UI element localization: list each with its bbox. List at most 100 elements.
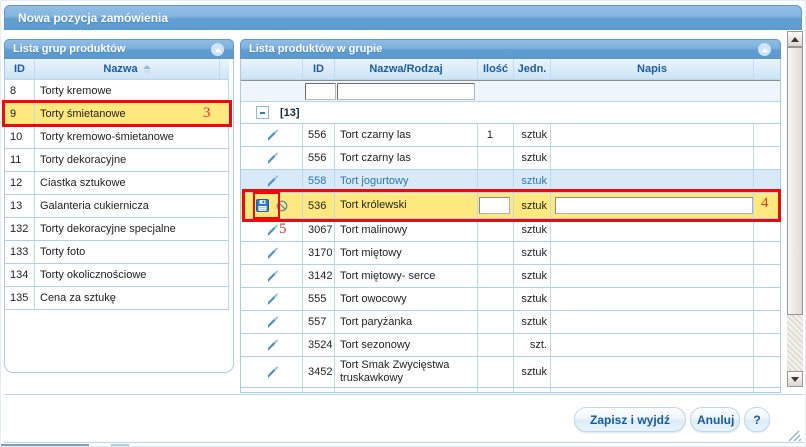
collapse-panel-icon[interactable] [211,43,224,56]
filter-id-input[interactable] [305,83,336,100]
row-actions [241,147,303,169]
product-name: Tort sezonowy [335,334,478,356]
edit-icon[interactable] [265,315,279,329]
help-button[interactable]: ? [744,407,770,432]
product-name: Tort jogurtowy [335,170,478,192]
group-count-label: [13] [280,107,300,119]
product-row[interactable]: 536Tort królewskisztuk [241,193,780,219]
product-caption [551,288,754,310]
row-actions [241,334,303,356]
column-header-id[interactable]: ID [303,59,335,79]
caption-input[interactable] [555,197,753,214]
product-row[interactable]: 556Tort czarny lassztuk [241,147,780,170]
product-qty [478,170,514,192]
product-row[interactable]: 3067Tort malinowysztuk [241,219,780,242]
group-row[interactable]: 133Torty foto [5,241,229,264]
column-header-nazwa-rodzaj[interactable]: Nazwa/Rodzaj [335,59,478,79]
product-row[interactable] [241,388,780,393]
edit-icon[interactable] [265,269,279,283]
product-qty [478,242,514,264]
group-row[interactable]: 11Torty dekoracyjne [5,149,229,172]
column-header-nazwa[interactable]: Nazwa [35,59,220,79]
row-spacer [754,334,780,356]
scrollbar[interactable] [787,31,803,387]
left-table-header: ID Nazwa [5,59,229,80]
product-unit: szt. [514,334,551,356]
group-name: Ciastka sztukowe [35,172,229,194]
group-row[interactable]: 13Galanteria cukiernicza [5,195,229,218]
column-header-ilosc[interactable]: Ilość [478,59,514,79]
scroll-up-button[interactable] [787,31,803,47]
edit-icon[interactable] [265,292,279,306]
dialog-titlebar[interactable]: Nowa pozycja zamówienia [4,5,802,30]
save-icon[interactable] [256,199,269,212]
product-qty [478,311,514,333]
column-header-napis[interactable]: Napis [551,59,754,79]
scroll-track[interactable] [787,315,803,371]
product-id: 556 [303,147,335,169]
scroll-thumb[interactable] [787,47,803,315]
edit-icon[interactable] [265,246,279,260]
row-spacer [754,124,780,146]
save-exit-button[interactable]: Zapisz i wyjdź [574,407,686,432]
product-row[interactable]: 3142Tort miętowy- sercesztuk [241,265,780,288]
product-row[interactable]: 3452Tort Smak Zwycięstwa truskawkowysztu… [241,357,780,388]
column-header-id[interactable]: ID [5,59,35,79]
resize-grip[interactable] [786,429,801,443]
product-name: Tort czarny las [335,124,478,146]
edit-icon[interactable] [265,223,279,237]
filter-name-input[interactable] [337,83,475,100]
product-id: 558 [303,170,335,192]
product-qty [478,334,514,356]
group-row[interactable]: 9Torty śmietanowe [5,103,229,126]
edit-icon[interactable] [265,365,279,379]
edit-icon[interactable] [265,128,279,142]
product-row[interactable]: 557Tort paryżankasztuk [241,311,780,334]
row-actions [241,124,303,146]
product-name: Tort królewski [335,193,478,218]
edit-icon[interactable] [265,392,279,393]
product-unit [514,388,551,393]
group-row[interactable]: 132Torty dekoracyjne specjalne [5,218,229,241]
product-id: 555 [303,288,335,310]
collapse-panel-icon[interactable] [758,43,771,56]
group-row[interactable]: 8Torty kremowe [5,80,229,103]
product-row[interactable]: 3170Tort miętowysztuk [241,242,780,265]
product-row[interactable]: 555Tort owocowysztuk [241,288,780,311]
group-id: 13 [5,195,35,217]
group-id: 10 [5,126,35,148]
edit-icon[interactable] [265,151,279,165]
product-unit: sztuk [514,288,551,310]
group-name: Torty śmietanowe [35,103,229,125]
product-caption [551,242,754,264]
collapse-group-icon[interactable] [256,106,269,119]
qty-input[interactable] [479,197,510,214]
group-row[interactable]: 135Cena za sztukę [5,287,229,310]
product-caption [551,170,754,192]
cancel-button[interactable]: Anuluj [690,407,740,432]
cancel-icon[interactable] [276,200,288,212]
product-caption [551,219,754,241]
product-row[interactable]: 556Tort czarny las1sztuk [241,124,780,147]
group-row[interactable]: 12Ciastka sztukowe [5,172,229,195]
product-unit: sztuk [514,265,551,287]
product-groups-table: ID Nazwa 8Torty kremowe9Torty śmietanowe… [5,59,229,310]
sort-icon [143,65,151,74]
row-spacer [754,242,780,264]
product-row[interactable]: 3524Tort sezonowyszt. [241,334,780,357]
product-id: 556 [303,124,335,146]
scroll-down-button[interactable] [787,371,803,387]
edit-icon[interactable] [265,338,279,352]
product-id: 3142 [303,265,335,287]
product-unit: sztuk [514,311,551,333]
product-id: 557 [303,311,335,333]
column-header-jedn[interactable]: Jedn. [514,59,551,79]
edit-icon[interactable] [265,174,279,188]
product-caption [551,124,754,146]
group-row[interactable]: 134Torty okolicznościowe [5,264,229,287]
product-unit: sztuk [514,242,551,264]
dialog-title: Nowa pozycja zamówienia [5,6,801,25]
product-caption [551,334,754,356]
product-row[interactable]: 558Tort jogurtowysztuk [241,170,780,193]
group-row[interactable]: 10Torty kremowo-śmietanowe [5,126,229,149]
